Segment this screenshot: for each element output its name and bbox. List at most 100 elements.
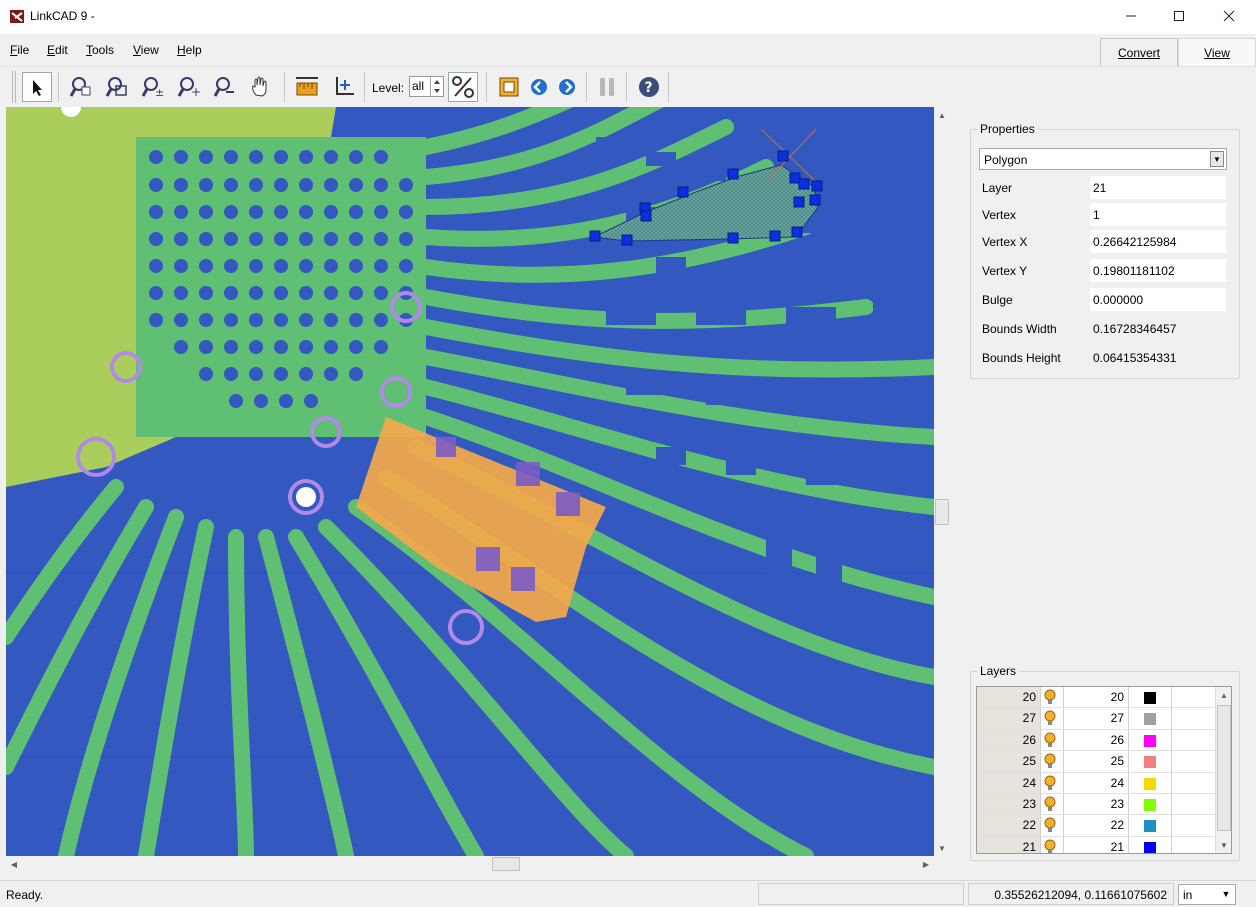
layer-color-cell[interactable] <box>1130 772 1172 793</box>
scroll-down-arrow-icon[interactable]: ▼ <box>934 840 950 856</box>
layer-row[interactable]: 26 26 <box>977 729 1215 752</box>
layers-scroll-thumb[interactable] <box>1217 705 1231 831</box>
zoom-window-icon <box>69 77 91 97</box>
minimize-button[interactable] <box>1108 0 1154 32</box>
mode-tabs: Convert View <box>1100 38 1256 66</box>
unit-select[interactable]: in ▼ <box>1178 884 1236 905</box>
layer-row[interactable]: 22 22 <box>977 815 1215 837</box>
layer-row[interactable]: 24 24 <box>977 772 1215 794</box>
toolbar-separator <box>668 72 669 102</box>
zoom-fit-button[interactable] <box>102 72 132 102</box>
layer-row[interactable]: 27 27 <box>977 708 1215 730</box>
zoom-window-button[interactable] <box>66 72 96 102</box>
layers-title: Layers <box>977 664 1020 678</box>
prop-row-vertex-y: Vertex Y 0.19801181102 <box>978 259 1228 283</box>
scroll-right-arrow-icon[interactable]: ▶ <box>918 856 934 872</box>
menu-tools[interactable]: Tools <box>86 43 114 57</box>
layer-name: 22 <box>977 815 1041 836</box>
measure-icon <box>296 77 318 96</box>
lightbulb-icon[interactable] <box>1043 732 1057 749</box>
zoom-in-button[interactable]: + <box>174 72 204 102</box>
tab-convert[interactable]: Convert <box>1100 38 1178 66</box>
menu-tools-rest: ools <box>92 43 115 57</box>
prop-row-bounds-height: Bounds Height 0.06415354331 <box>978 346 1228 370</box>
vertical-scroll-thumb[interactable] <box>935 499 949 525</box>
object-type-dropdown[interactable]: Polygon ▼ <box>979 148 1227 170</box>
zoom-step-icon: ± <box>141 77 164 99</box>
zoom-step-button[interactable]: ± <box>138 72 168 102</box>
layer-color-cell[interactable] <box>1130 815 1172 836</box>
level-spinner[interactable]: all <box>409 76 444 97</box>
pcb-canvas[interactable] <box>6 107 934 856</box>
prop-vertex-field[interactable]: 1 <box>1090 203 1226 226</box>
layer-number: 26 <box>1063 729 1129 751</box>
help-button[interactable]: ? <box>634 72 664 102</box>
zoom-out-icon <box>213 77 234 97</box>
layer-row[interactable]: 23 23 <box>977 794 1215 816</box>
lightbulb-icon[interactable] <box>1043 817 1057 834</box>
layer-color-cell[interactable] <box>1130 751 1172 772</box>
menu-edit[interactable]: Edit <box>47 43 68 57</box>
menu-edit-key: E <box>47 43 56 57</box>
prop-bulge-field[interactable]: 0.000000 <box>1090 288 1226 311</box>
layer-color-cell[interactable] <box>1130 687 1172 708</box>
close-button[interactable] <box>1206 0 1252 32</box>
scroll-up-arrow-icon[interactable]: ▲ <box>934 107 950 123</box>
canvas-vertical-scrollbar[interactable]: ▲ ▼ <box>934 107 950 856</box>
prop-vertex-x-field[interactable]: 0.26642125984 <box>1090 230 1226 253</box>
percent-button[interactable] <box>448 72 478 102</box>
horizontal-scroll-thumb[interactable] <box>492 857 520 871</box>
lightbulb-icon[interactable] <box>1043 753 1057 770</box>
layers-scroll-down-icon[interactable]: ▼ <box>1216 837 1231 853</box>
spinner-arrows[interactable] <box>430 77 443 96</box>
layers-scroll-up-icon[interactable]: ▲ <box>1216 687 1231 703</box>
scroll-left-arrow-icon[interactable]: ◀ <box>6 856 22 872</box>
pause-button[interactable] <box>592 72 622 102</box>
layer-row[interactable]: 20 20 <box>977 687 1215 709</box>
menu-file[interactable]: File <box>10 43 29 57</box>
lightbulb-icon[interactable] <box>1043 796 1057 813</box>
svg-text:+: + <box>191 85 201 99</box>
layer-frame-icon <box>499 77 519 97</box>
lightbulb-icon[interactable] <box>1043 689 1057 706</box>
pan-button[interactable] <box>246 72 276 102</box>
prop-layer-field[interactable]: 21 <box>1090 176 1226 199</box>
prop-vertex-y-field[interactable]: 0.19801181102 <box>1090 259 1226 282</box>
layer-row[interactable]: 21 21 <box>977 836 1215 854</box>
level-value: all <box>412 79 425 93</box>
canvas-horizontal-scrollbar[interactable]: ◀ ▶ <box>6 856 934 872</box>
measure-button[interactable] <box>292 72 322 102</box>
prop-label: Bulge <box>982 293 1013 307</box>
back-button[interactable] <box>524 72 554 102</box>
layer-color-cell[interactable] <box>1130 729 1172 751</box>
origin-button[interactable] <box>328 72 358 102</box>
lightbulb-icon[interactable] <box>1043 710 1057 727</box>
lightbulb-icon[interactable] <box>1043 775 1057 792</box>
prop-label: Vertex X <box>982 235 1028 249</box>
forward-button[interactable] <box>552 72 582 102</box>
menu-help[interactable]: Help <box>177 43 202 57</box>
svg-text:?: ? <box>645 80 653 96</box>
close-icon <box>1223 10 1235 22</box>
layer-color-cell[interactable] <box>1130 836 1172 853</box>
layer-number: 25 <box>1063 751 1129 772</box>
dropdown-arrow-icon[interactable]: ▼ <box>1210 151 1224 167</box>
zoom-out-button[interactable] <box>210 72 240 102</box>
percent-icon <box>452 76 474 98</box>
layers-scrollbar[interactable]: ▲ ▼ <box>1215 687 1231 853</box>
layer-row[interactable]: 25 25 <box>977 751 1215 773</box>
select-tool-button[interactable] <box>22 72 52 102</box>
toolbar-grip[interactable] <box>12 71 16 103</box>
layer-color-cell[interactable] <box>1130 708 1172 729</box>
unit-dropdown-arrow-icon[interactable]: ▼ <box>1218 886 1234 903</box>
tab-view[interactable]: View <box>1178 38 1256 66</box>
lightbulb-icon[interactable] <box>1043 839 1057 854</box>
menu-view[interactable]: View <box>133 43 159 57</box>
minimize-icon <box>1126 15 1136 17</box>
layer-color-cell[interactable] <box>1130 794 1172 815</box>
maximize-icon <box>1174 11 1184 21</box>
status-text: Ready. <box>6 888 44 902</box>
layer-frame-button[interactable] <box>494 72 524 102</box>
maximize-button[interactable] <box>1156 0 1202 32</box>
layer-name: 27 <box>977 708 1041 729</box>
